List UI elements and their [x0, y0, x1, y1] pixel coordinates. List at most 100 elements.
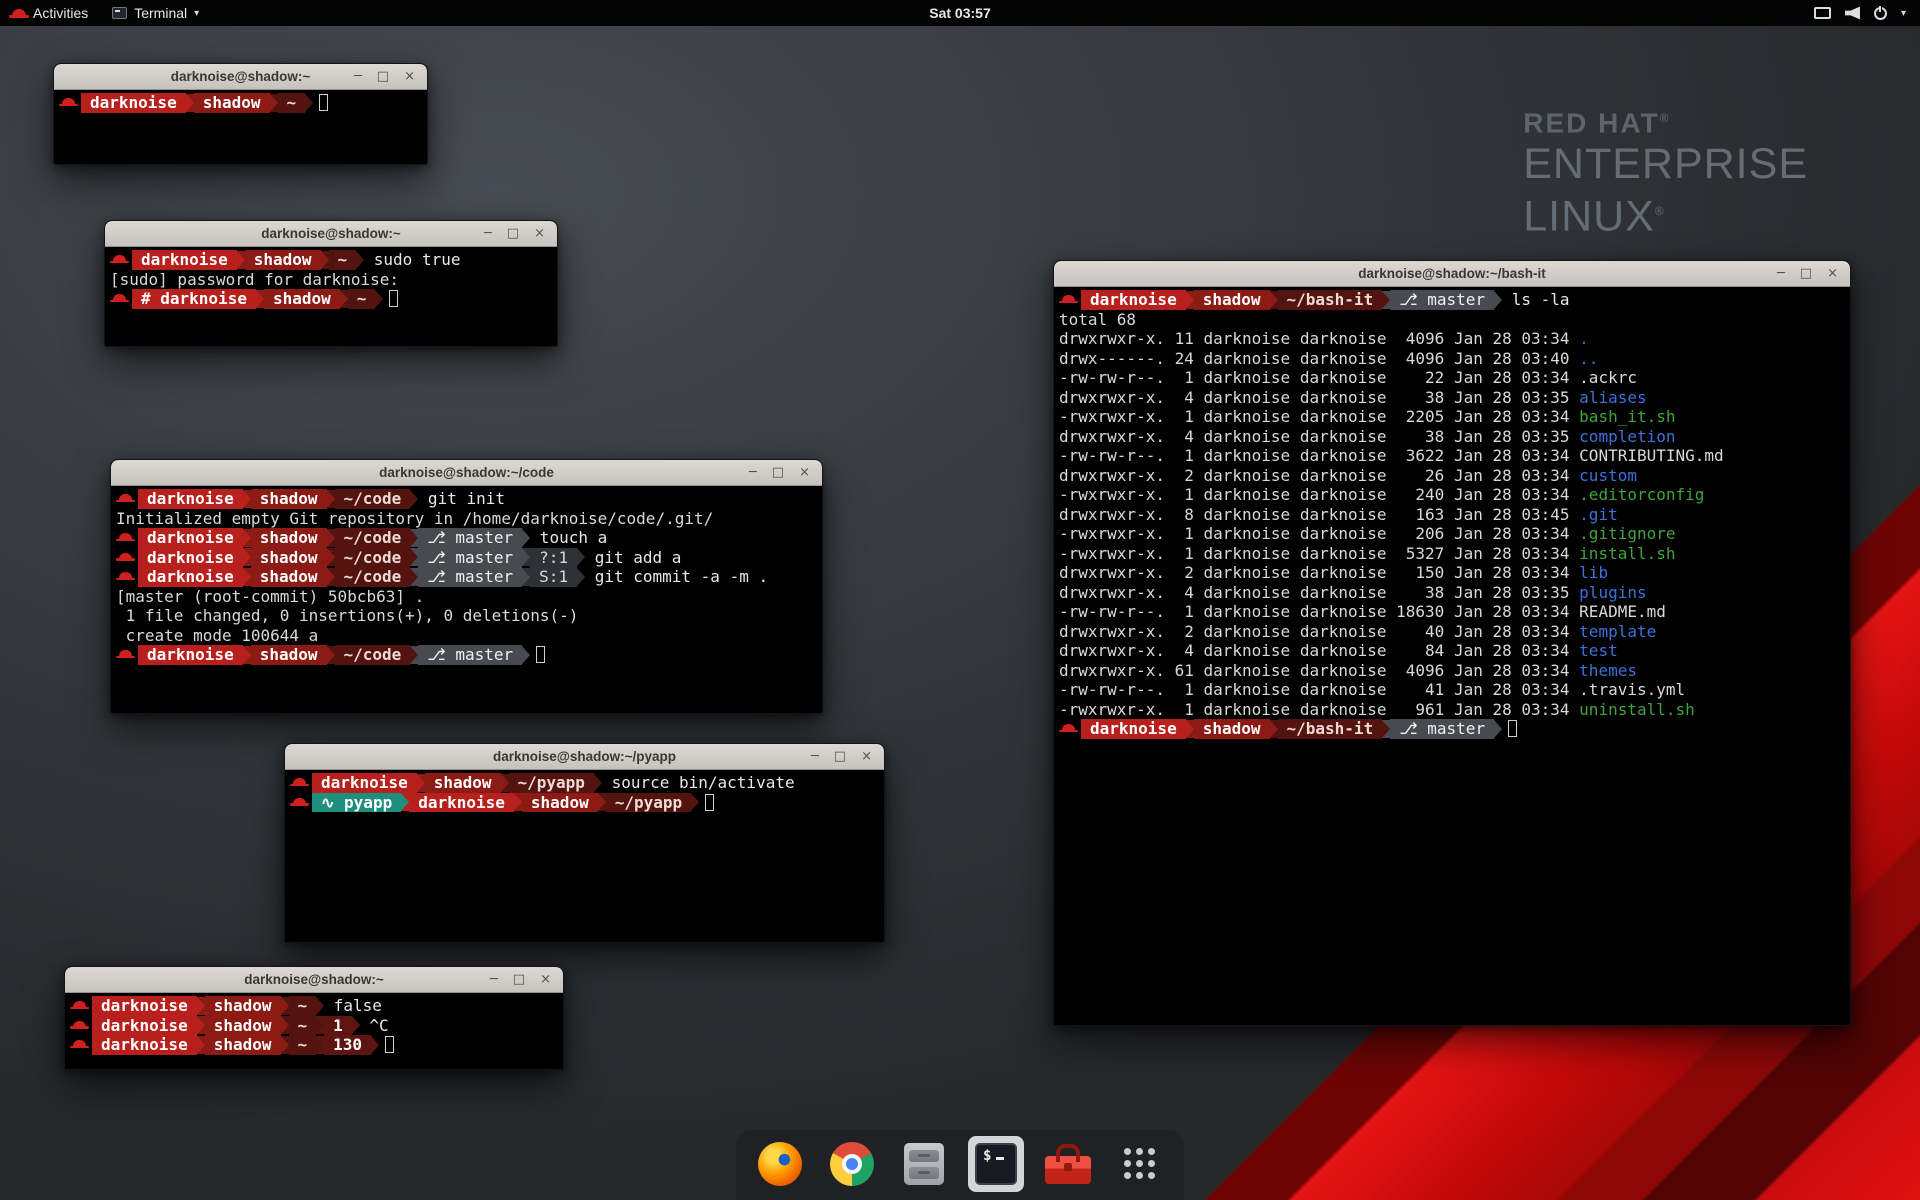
system-status-area[interactable]: ▾	[1800, 0, 1920, 26]
terminal-line: drwx------. 24 darknoise darknoise 4096 …	[1059, 349, 1850, 369]
powerline-separator	[340, 290, 348, 308]
terminal-line: ∿ pyappdarknoiseshadow~/pyapp	[290, 793, 884, 813]
terminal-line: create mode 100644 a	[116, 626, 822, 646]
output-text: -rw-rw-r--. 1 darknoise darknoise 22 Jan…	[1059, 368, 1579, 387]
terminal-body[interactable]: darknoiseshadow~/code git initInitialize…	[111, 486, 822, 713]
powerline-separator	[1494, 720, 1502, 738]
output-text: drwxrwxr-x. 11 darknoise darknoise 4096 …	[1059, 329, 1579, 348]
minimize-button[interactable]: ─	[749, 460, 757, 486]
minimize-button[interactable]: ─	[1777, 261, 1785, 287]
user-segment: darknoise	[92, 996, 197, 1016]
terminal-line: drwxrwxr-x. 2 darknoise darknoise 150 Ja…	[1059, 563, 1850, 583]
minimize-button[interactable]: ─	[354, 64, 362, 90]
minimize-button[interactable]: ─	[484, 221, 492, 247]
terminal-body[interactable]: darknoiseshadow~/pyapp source bin/activa…	[285, 770, 884, 942]
clock[interactable]: Sat 03:57	[0, 5, 1920, 21]
maximize-button[interactable]: □	[513, 967, 525, 993]
file-name: .editorconfig	[1579, 485, 1704, 504]
maximize-button[interactable]: □	[507, 221, 519, 247]
window-titlebar[interactable]: darknoise@shadow:~─□×	[54, 64, 427, 90]
powerline-separator	[243, 529, 251, 547]
maximize-button[interactable]: □	[834, 744, 846, 770]
command-text: ls -la	[1502, 290, 1569, 309]
powerline-separator	[410, 490, 418, 508]
window-titlebar[interactable]: darknoise@shadow:~/pyapp─□×	[285, 744, 884, 770]
minimize-button[interactable]: ─	[490, 967, 498, 993]
terminal-cursor	[1508, 720, 1517, 737]
powerline-separator	[327, 529, 335, 547]
output-text: drwxrwxr-x. 2 darknoise darknoise 150 Ja…	[1059, 563, 1579, 582]
output-text: drwxrwxr-x. 2 darknoise darknoise 40 Jan…	[1059, 622, 1579, 641]
redhat-prompt-icon	[119, 553, 132, 559]
redhat-prompt-icon	[1062, 724, 1075, 730]
window-titlebar[interactable]: darknoise@shadow:~/bash-it─□×	[1054, 261, 1850, 287]
host-segment: shadow	[1194, 290, 1270, 310]
dock-item-chrome[interactable]	[824, 1136, 880, 1192]
redhat-prompt-icon	[113, 255, 126, 261]
path-segment: ~	[289, 1035, 317, 1055]
redhat-prompt-icon	[113, 294, 126, 300]
dock-item-firefox[interactable]	[752, 1136, 808, 1192]
minimize-button[interactable]: ─	[811, 744, 819, 770]
terminal-body[interactable]: darknoiseshadow~ falsedarknoiseshadow~1 …	[65, 993, 563, 1069]
dock-item-files[interactable]	[896, 1136, 952, 1192]
window-titlebar[interactable]: darknoise@shadow:~─□×	[65, 967, 563, 993]
powerline-separator	[316, 997, 324, 1015]
terminal-cursor	[705, 794, 714, 811]
terminal-line: [master (root-commit) 50bcb63] .	[116, 587, 822, 607]
path-segment: ~/code	[335, 645, 411, 665]
stat-segment: ?:1	[530, 548, 577, 568]
dock-item-toolbox[interactable]	[1040, 1136, 1096, 1192]
powerline-separator	[375, 290, 383, 308]
activities-button[interactable]: Activities	[0, 0, 100, 26]
file-name: aliases	[1579, 388, 1646, 407]
terminal-window: darknoise@shadow:~/pyapp─□×darknoiseshad…	[284, 743, 885, 943]
grid-dots	[1124, 1148, 1131, 1155]
terminal-line: darknoiseshadow~/code git init	[116, 489, 822, 509]
powerline-separator	[371, 1036, 379, 1054]
close-button[interactable]: ×	[534, 221, 545, 247]
output-text: README.md	[1579, 602, 1666, 621]
close-button[interactable]: ×	[799, 460, 810, 486]
host-segment: shadow	[251, 528, 327, 548]
output-text: -rw-rw-r--. 1 darknoise darknoise 18630 …	[1059, 602, 1579, 621]
command-text: ^C	[360, 1016, 389, 1035]
terminal-body[interactable]: darknoiseshadow~ sudo true[sudo] passwor…	[105, 247, 557, 346]
output-text: 1 file changed, 0 insertions(+), 0 delet…	[116, 606, 578, 625]
user-segment: darknoise	[92, 1016, 197, 1036]
terminal-window: darknoise@shadow:~─□×darknoiseshadow~ su…	[104, 220, 558, 347]
close-button[interactable]: ×	[540, 967, 551, 993]
terminal-body[interactable]: darknoiseshadow~	[54, 90, 427, 164]
close-button[interactable]: ×	[404, 64, 415, 90]
chevron-down-icon: ▾	[194, 8, 199, 19]
redhat-prompt-icon	[119, 572, 132, 578]
app-grid-icon	[1120, 1144, 1160, 1184]
output-text: -rw-rw-r--. 1 darknoise darknoise 3622 J…	[1059, 446, 1579, 465]
window-titlebar[interactable]: darknoise@shadow:~─□×	[105, 221, 557, 247]
user-segment: darknoise	[409, 793, 514, 813]
dock-item-app-grid[interactable]	[1112, 1136, 1168, 1192]
powerline-separator	[197, 1036, 205, 1054]
terminal-line: drwxrwxr-x. 2 darknoise darknoise 40 Jan…	[1059, 622, 1850, 642]
close-button[interactable]: ×	[861, 744, 872, 770]
maximize-button[interactable]: □	[377, 64, 389, 90]
powerline-separator	[270, 94, 278, 112]
output-text: CONTRIBUTING.md	[1579, 446, 1724, 465]
powerline-separator	[243, 568, 251, 586]
path-segment: ~/code	[335, 567, 411, 587]
window-titlebar[interactable]: darknoise@shadow:~/code─□×	[111, 460, 822, 486]
terminal-line: darknoiseshadow~	[59, 93, 427, 113]
redhat-prompt-icon	[293, 778, 306, 784]
powerline-separator	[691, 793, 699, 811]
exit-segment: 1	[324, 1016, 352, 1036]
maximize-button[interactable]: □	[772, 460, 784, 486]
dock-item-terminal[interactable]: $	[968, 1136, 1024, 1192]
powerline-separator	[1186, 720, 1194, 738]
user-segment: darknoise	[138, 489, 243, 509]
close-button[interactable]: ×	[1827, 261, 1838, 287]
app-menu-terminal[interactable]: Terminal ▾	[100, 0, 211, 26]
terminal-window: darknoise@shadow:~/bash-it─□×darknoisesh…	[1053, 260, 1851, 1026]
venv-segment: ∿ pyapp	[312, 793, 401, 813]
maximize-button[interactable]: □	[1800, 261, 1812, 287]
terminal-body[interactable]: darknoiseshadow~/bash-it⎇ master ls -lat…	[1054, 287, 1850, 1025]
